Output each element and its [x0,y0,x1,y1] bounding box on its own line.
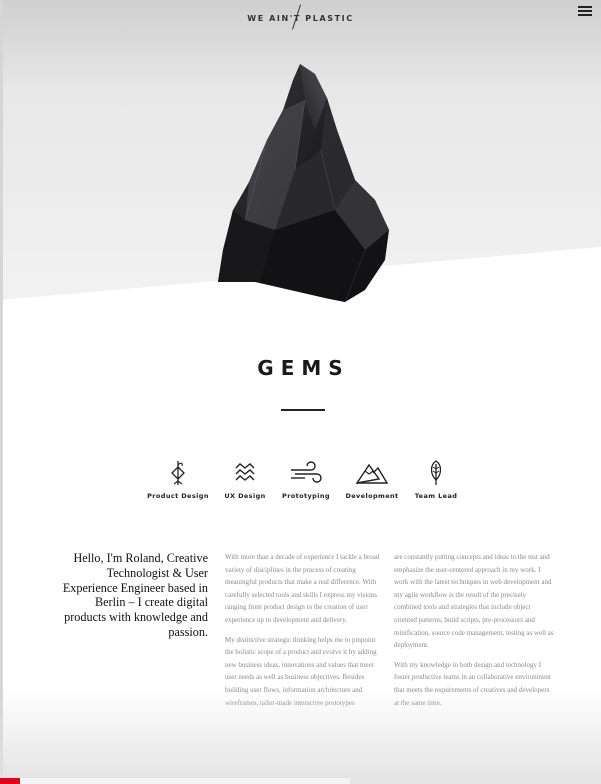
skill-team-lead: Team Lead [401,460,471,500]
wind-icon [291,461,322,483]
intro-text: Hello, I'm Roland, Creative Technologist… [62,551,208,639]
scroll-progress-bar [0,778,601,784]
bottom-fade [0,690,601,784]
skill-label: Product Design [147,492,209,500]
section-title: GEMS [257,356,350,380]
waves-icon [235,463,255,481]
progress-fill [0,778,21,784]
feather-icon [430,460,442,485]
diamond-sprout-icon [171,461,185,485]
about-paragraph: With more than a decade of experience I … [225,553,380,624]
skill-label: Development [345,492,399,500]
about-paragraph: are constantly putting concepts and idea… [394,553,554,650]
site-logo[interactable]: WE AIN'T PLASTIC [0,4,601,30]
hamburger-menu-icon[interactable] [578,6,592,16]
mountains-icon [355,463,389,484]
logo-text: WE AIN'T PLASTIC [247,14,354,23]
skill-ux-design: UX Design [210,460,280,500]
skill-label: Team Lead [414,492,458,500]
page-edge [0,0,3,784]
progress-track [20,778,350,784]
gem-image [218,64,389,303]
skill-label: Prototyping [282,492,330,500]
skill-product-design: Product Design [143,460,213,500]
skill-prototyping: Prototyping [271,460,341,500]
skill-development: Development [337,460,407,500]
title-divider [281,409,325,411]
skill-label: UX Design [224,492,266,500]
